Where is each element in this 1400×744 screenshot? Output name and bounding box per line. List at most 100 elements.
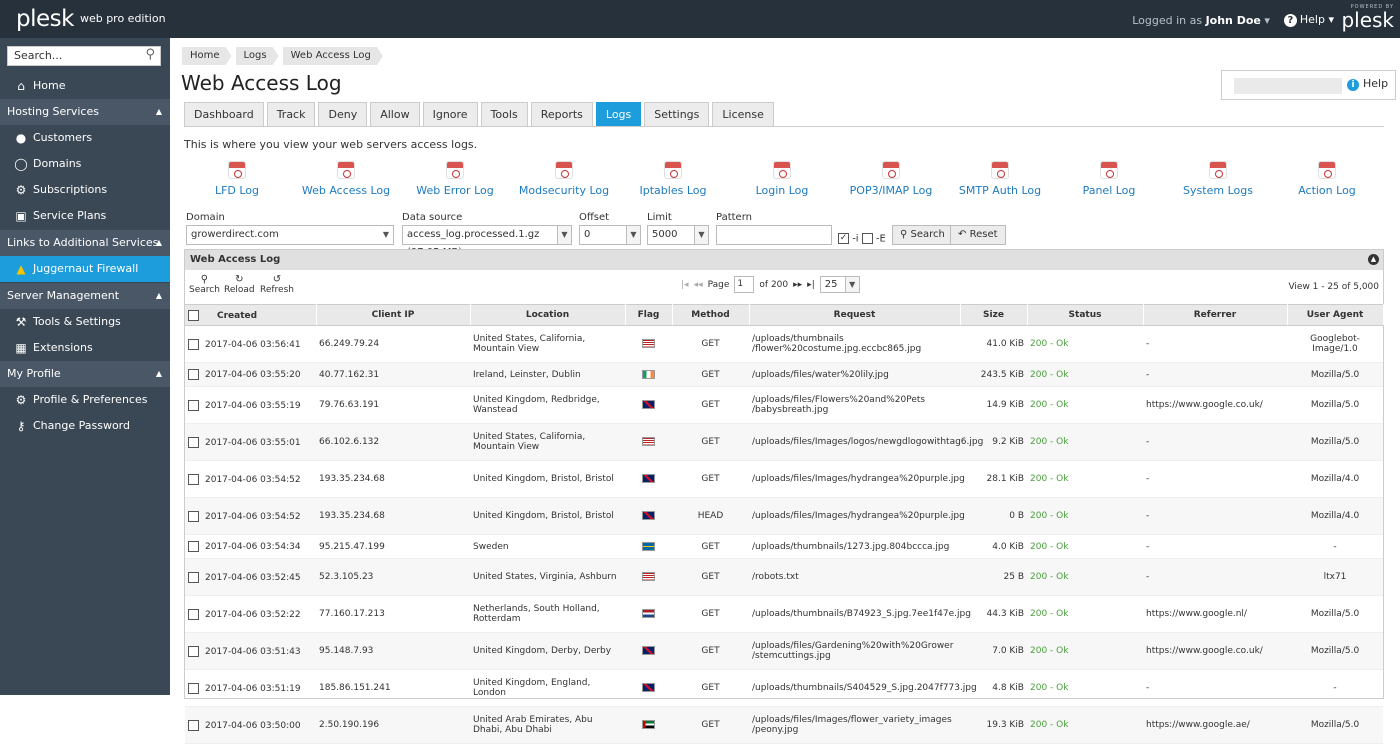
sidebar-item-tools-settings[interactable]: ⚒ Tools & Settings bbox=[0, 309, 170, 335]
tab-dashboard[interactable]: Dashboard bbox=[184, 102, 264, 126]
pattern-input[interactable] bbox=[716, 225, 832, 245]
table-row[interactable]: 2017-04-06 03:55:20 40.77.162.31 Ireland, … bbox=[185, 362, 1383, 387]
section-hosting-services[interactable]: Hosting Services ▲ bbox=[0, 99, 170, 125]
tab-settings[interactable]: Settings bbox=[644, 102, 710, 126]
col-flag[interactable]: Flag bbox=[625, 304, 673, 326]
log-link-modsecurity[interactable]: Modsecurity Log bbox=[509, 161, 619, 197]
col-created[interactable]: Created bbox=[185, 304, 317, 326]
offset-select[interactable]: 0 ▼ bbox=[579, 225, 641, 245]
toolbar-reload[interactable]: ↻ Reload bbox=[224, 274, 255, 295]
tab-license[interactable]: License bbox=[712, 102, 774, 126]
sidebar-item-subscriptions[interactable]: ⚙ Subscriptions bbox=[0, 177, 170, 203]
table-row[interactable]: 2017-04-06 03:56:41 66.249.79.24 United St… bbox=[185, 325, 1383, 363]
table-row[interactable]: 2017-04-06 03:51:19 185.86.151.241 United … bbox=[185, 669, 1383, 707]
row-checkbox[interactable] bbox=[188, 571, 199, 583]
col-request[interactable]: Request bbox=[749, 304, 961, 326]
col-status[interactable]: Status bbox=[1027, 304, 1144, 326]
row-checkbox[interactable] bbox=[188, 719, 199, 731]
col-user-agent[interactable]: User Agent bbox=[1287, 304, 1384, 326]
plesk-logo[interactable]: plesk web pro edition bbox=[16, 6, 166, 32]
tab-logs[interactable]: Logs bbox=[595, 102, 642, 126]
row-checkbox[interactable] bbox=[188, 399, 199, 411]
tab-allow[interactable]: Allow bbox=[370, 102, 420, 126]
table-row[interactable]: 2017-04-06 03:54:34 95.215.47.199 Sweden GE… bbox=[185, 534, 1383, 559]
option-i-checkbox[interactable]: ✓ bbox=[838, 233, 849, 244]
log-link-panel[interactable]: Panel Log bbox=[1054, 161, 1164, 197]
breadcrumb-home[interactable]: Home bbox=[182, 47, 232, 65]
sidebar-item-domains[interactable]: ◯ Domains bbox=[0, 151, 170, 177]
table-row[interactable]: 2017-04-06 03:52:22 77.160.17.213 Netherla… bbox=[185, 595, 1383, 633]
toolbar-search[interactable]: ⚲ Search bbox=[189, 274, 220, 295]
section-server-management[interactable]: Server Management ▲ bbox=[0, 283, 170, 309]
table-row[interactable]: 2017-04-06 03:50:00 2.50.190.196 United Ar… bbox=[185, 706, 1383, 744]
col-size[interactable]: Size bbox=[960, 304, 1028, 326]
row-checkbox[interactable] bbox=[188, 541, 199, 552]
section-links-additional[interactable]: Links to Additional Services ▲ bbox=[0, 230, 170, 256]
row-checkbox[interactable] bbox=[188, 682, 199, 694]
log-link-action[interactable]: Action Log bbox=[1272, 161, 1382, 197]
row-checkbox[interactable] bbox=[188, 510, 199, 522]
option-e-checkbox[interactable] bbox=[861, 233, 873, 244]
table-row[interactable]: 2017-04-06 03:54:52 193.35.234.68 United K… bbox=[185, 497, 1383, 535]
sidebar-item-juggernaut-firewall[interactable]: ▲ Juggernaut Firewall bbox=[0, 256, 170, 282]
tab-track[interactable]: Track bbox=[266, 102, 316, 126]
per-page-select[interactable]: 25 ▼ bbox=[819, 276, 860, 293]
log-link-web-access[interactable]: Web Access Log bbox=[291, 161, 401, 197]
row-checkbox[interactable] bbox=[188, 645, 199, 657]
row-checkbox[interactable] bbox=[188, 608, 199, 620]
help-link[interactable]: i Help bbox=[1347, 77, 1388, 91]
log-link-iptables[interactable]: Iptables Log bbox=[618, 161, 728, 197]
log-link-pop3-imap[interactable]: POP3/IMAP Log bbox=[836, 161, 946, 197]
col-referrer[interactable]: Referrer bbox=[1143, 304, 1288, 326]
row-checkbox[interactable] bbox=[188, 369, 199, 380]
prev-page-icon[interactable]: ◂◂ bbox=[694, 280, 703, 290]
next-page-icon[interactable]: ▸▸ bbox=[793, 280, 802, 290]
help-search-field[interactable] bbox=[1234, 78, 1342, 94]
log-link-smtp-auth[interactable]: SMTP Auth Log bbox=[945, 161, 1055, 197]
row-checkbox[interactable] bbox=[188, 473, 199, 485]
last-page-icon[interactable]: ▸| bbox=[807, 280, 815, 290]
table-row[interactable]: 2017-04-06 03:55:19 79.76.63.191 United Ki… bbox=[185, 386, 1383, 424]
search-icon[interactable]: ⚲ bbox=[145, 47, 155, 62]
sidebar-item-extensions[interactable]: ▦ Extensions bbox=[0, 335, 170, 361]
log-link-lfd[interactable]: LFD Log bbox=[182, 161, 292, 197]
select-all-checkbox[interactable] bbox=[188, 309, 199, 321]
tab-deny[interactable]: Deny bbox=[318, 102, 368, 126]
tab-tools[interactable]: Tools bbox=[480, 102, 528, 126]
log-link-web-error[interactable]: Web Error Log bbox=[400, 161, 510, 197]
section-my-profile[interactable]: My Profile ▲ bbox=[0, 361, 170, 387]
sidebar-item-profile[interactable]: ⚙ Profile & Preferences bbox=[0, 387, 170, 413]
col-location[interactable]: Location bbox=[470, 304, 626, 326]
row-checkbox[interactable] bbox=[188, 436, 199, 448]
source-select[interactable]: access_log.processed.1.gz (97.05 MB)▼ bbox=[402, 225, 572, 258]
sidebar-item-service-plans[interactable]: ▣ Service Plans bbox=[0, 203, 170, 229]
sidebar-item-home[interactable]: ⌂ Home bbox=[0, 73, 170, 99]
table-row[interactable]: 2017-04-06 03:52:45 52.3.105.23 United Sta… bbox=[185, 558, 1383, 596]
tab-reports[interactable]: Reports bbox=[530, 102, 593, 126]
log-link-system[interactable]: System Logs bbox=[1163, 161, 1273, 197]
limit-select[interactable]: 5000 ▼ bbox=[647, 225, 709, 245]
domain-select[interactable]: growerdirect.com ▼ bbox=[186, 225, 394, 245]
help-menu[interactable]: ? Help ▾ bbox=[1283, 13, 1334, 27]
tab-ignore[interactable]: Ignore bbox=[422, 102, 478, 126]
row-checkbox[interactable] bbox=[188, 338, 199, 350]
log-link-login[interactable]: Login Log bbox=[727, 161, 837, 197]
reset-button[interactable]: ↶ Reset bbox=[950, 225, 1006, 245]
toolbar-refresh[interactable]: ↺ Refresh bbox=[260, 274, 294, 295]
search-input[interactable]: Search... ⚲ bbox=[7, 46, 161, 66]
table-row[interactable]: 2017-04-06 03:55:01 66.102.6.132 United St… bbox=[185, 423, 1383, 461]
sidebar-item-change-password[interactable]: ⚷ Change Password bbox=[0, 413, 170, 439]
table-row[interactable]: 2017-04-06 03:54:52 193.35.234.68 United K… bbox=[185, 460, 1383, 498]
breadcrumb-logs[interactable]: Logs bbox=[236, 47, 279, 65]
table-row[interactable]: 2017-04-06 03:51:43 95.148.7.93 United Kin… bbox=[185, 632, 1383, 670]
collapse-icon[interactable]: ▲ bbox=[1368, 254, 1379, 265]
breadcrumb-web-access-log[interactable]: Web Access Log bbox=[283, 47, 383, 65]
user-menu[interactable]: John Doe bbox=[1206, 14, 1261, 27]
first-page-icon[interactable]: |◂ bbox=[681, 280, 689, 290]
sidebar-item-customers[interactable]: ● Customers bbox=[0, 125, 170, 151]
col-method[interactable]: Method bbox=[672, 304, 750, 326]
col-client-ip[interactable]: Client IP bbox=[316, 304, 471, 326]
collapse-icon: ▲ bbox=[155, 291, 162, 300]
search-button[interactable]: ⚲ Search bbox=[892, 225, 953, 245]
page-input[interactable]: 1 bbox=[734, 276, 755, 293]
